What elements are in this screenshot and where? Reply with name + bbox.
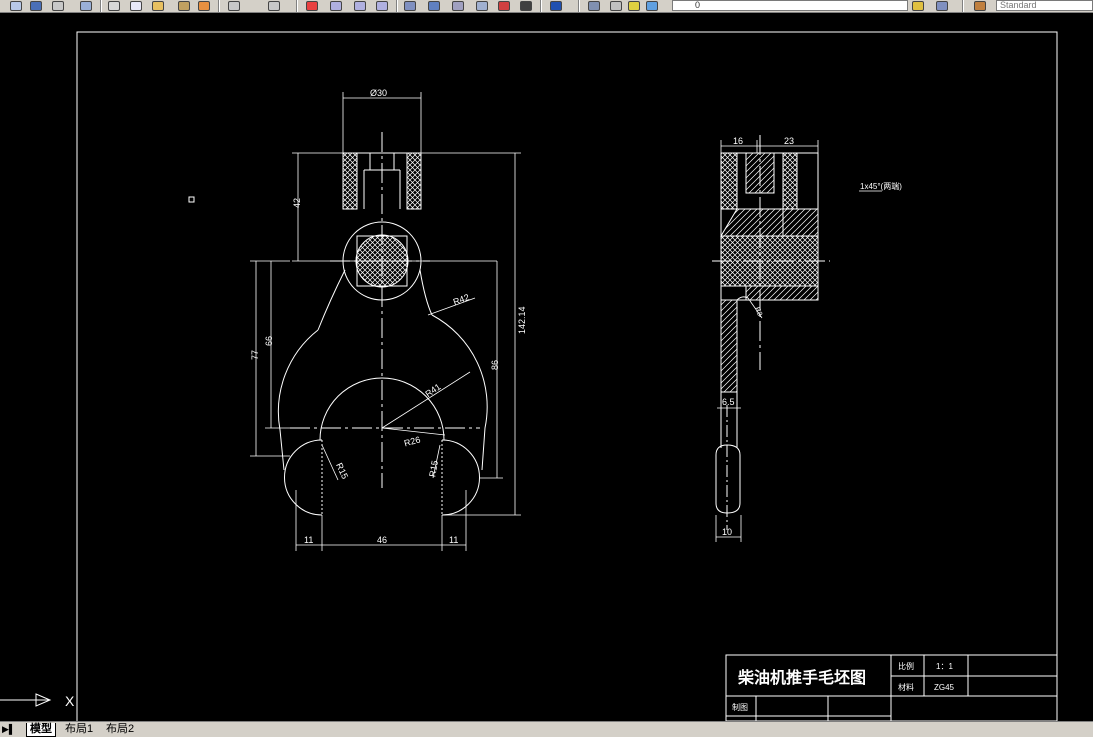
zoom-realtime-icon[interactable]: [330, 1, 342, 11]
text-style-icon[interactable]: [974, 1, 986, 11]
drawn-by-label: 制图: [732, 702, 748, 712]
title-block: [725, 654, 1058, 721]
pan-icon[interactable]: [306, 1, 318, 11]
layout-tabs: ▶▌ 模型 布局1 布局2: [0, 721, 1093, 737]
drawing-canvas[interactable]: Ø30 42 77 66 142.14 86 R42 R41 R26 R15 R…: [0, 13, 1093, 721]
tab-model[interactable]: 模型: [26, 723, 56, 737]
pick-box: [188, 196, 195, 203]
dim-radius-42: R42: [452, 292, 471, 307]
layer-on-icon[interactable]: [628, 1, 640, 11]
front-view-dim-text: Ø30 42 77 66 142.14 86 R42 R41 R26 R15 R…: [250, 88, 527, 545]
dim-radius-8: R8: [753, 306, 763, 317]
cut-icon[interactable]: [108, 1, 120, 11]
toolbar-separator: [962, 0, 964, 12]
drawing-title: 柴油机推手毛坯图: [737, 668, 866, 687]
dim-height-66: 66: [264, 336, 274, 346]
material-value: ZG45: [934, 683, 955, 692]
dim-top-diameter: Ø30: [370, 88, 387, 98]
dim-width-23: 23: [784, 136, 794, 146]
properties-icon[interactable]: [404, 1, 416, 11]
design-center-icon[interactable]: [428, 1, 440, 11]
save-icon[interactable]: [30, 1, 42, 11]
tab-layout2[interactable]: 布局2: [103, 723, 137, 736]
dim-width-16: 16: [733, 136, 743, 146]
toolbar-separator: [296, 0, 298, 12]
ucs-icon: [0, 693, 52, 707]
paper-frame: [76, 31, 1058, 721]
side-view-dimensions: [715, 140, 882, 542]
dim-height-86: 86: [490, 360, 500, 370]
front-view-dimensions: [250, 92, 521, 551]
layer-manager-icon[interactable]: [588, 1, 600, 11]
dim-radius-41: R41: [423, 382, 442, 400]
help-icon[interactable]: [550, 1, 562, 11]
calculator-icon[interactable]: [520, 1, 532, 11]
dim-radius-15-right: R15: [427, 460, 440, 478]
material-label: 材料: [898, 682, 914, 692]
paste-icon[interactable]: [152, 1, 164, 11]
plot-preview-icon[interactable]: [80, 1, 92, 11]
block-icon[interactable]: [198, 1, 210, 11]
dim-width-11-left: 11: [304, 535, 313, 545]
sheet-set-icon[interactable]: [476, 1, 488, 11]
text-style-dropdown[interactable]: Standard: [996, 0, 1093, 11]
layer-dropdown[interactable]: 0: [672, 0, 908, 11]
zoom-window-icon[interactable]: [354, 1, 366, 11]
dim-width-10: 10: [722, 527, 732, 537]
dim-width-11-right: 11: [449, 535, 458, 545]
dim-radius-26: R26: [403, 434, 422, 448]
tab-layout1[interactable]: 布局1: [62, 723, 96, 736]
layer-state-icon[interactable]: [610, 1, 622, 11]
chamfer-note: 1x45°(两端): [860, 181, 902, 191]
title-block-text: 柴油机推手毛坯图 比例 1：1 材料 ZG45 制图: [732, 661, 955, 712]
tool-palettes-icon[interactable]: [452, 1, 464, 11]
undo-icon[interactable]: [228, 1, 240, 11]
make-current-layer-icon[interactable]: [912, 1, 924, 11]
layer-previous-icon[interactable]: [936, 1, 948, 11]
toolbar: 0 Standard: [0, 0, 1093, 13]
toolbar-separator: [578, 0, 580, 12]
print-icon[interactable]: [52, 1, 64, 11]
toolbar-separator: [540, 0, 542, 12]
dim-thickness-6-5: 6.5: [722, 397, 735, 407]
redo-icon[interactable]: [268, 1, 280, 11]
open-icon[interactable]: [10, 1, 22, 11]
dim-width-46: 46: [377, 535, 387, 545]
dim-height-77: 77: [250, 350, 260, 360]
tab-scroll-icon[interactable]: ▶▌: [2, 723, 15, 736]
match-properties-icon[interactable]: [178, 1, 190, 11]
toolbar-separator: [218, 0, 220, 12]
side-view-dim-text: 16 23 1x45°(两端) R8 6.5 10: [722, 136, 902, 537]
dim-height-42: 42: [292, 198, 302, 208]
layer-freeze-icon[interactable]: [646, 1, 658, 11]
front-view: [277, 132, 488, 516]
toolbar-separator: [396, 0, 398, 12]
scale-value: 1：1: [936, 662, 953, 671]
side-view: [712, 135, 830, 530]
markup-icon[interactable]: [498, 1, 510, 11]
zoom-previous-icon[interactable]: [376, 1, 388, 11]
copy-icon[interactable]: [130, 1, 142, 11]
scale-label: 比例: [898, 661, 914, 671]
ucs-x-label: X: [65, 693, 75, 709]
dim-height-142: 142.14: [517, 306, 527, 334]
toolbar-separator: [100, 0, 102, 12]
